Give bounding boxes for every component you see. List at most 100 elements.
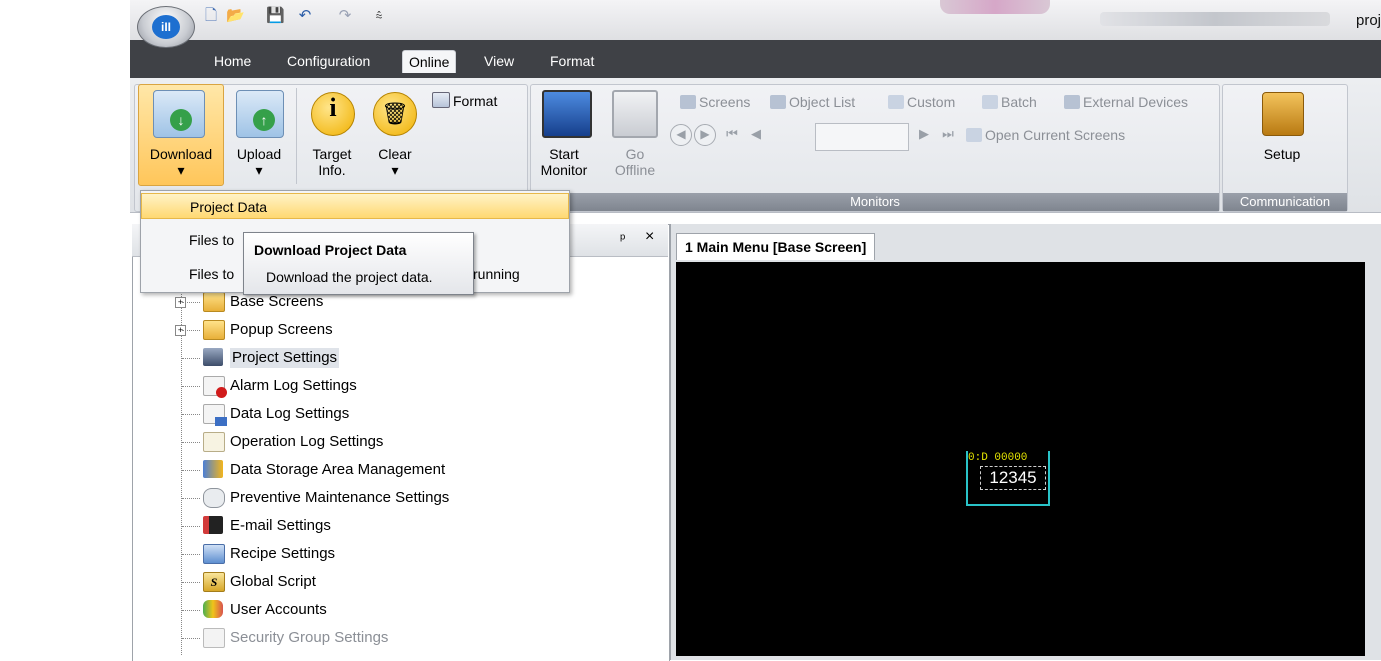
clear-label: Clear (378, 146, 412, 162)
open-current-screens-label: Open Current Screens (985, 127, 1126, 143)
screens-icon (680, 95, 696, 109)
communication-group-label: Communication (1223, 193, 1347, 211)
tree-branch (182, 442, 200, 444)
email-icon (203, 516, 223, 534)
tree-item-data-storage-area-management[interactable]: Data Storage Area Management (230, 460, 445, 480)
group-separator (296, 88, 297, 184)
folder-icon (203, 320, 225, 340)
upload-icon: ↑ (236, 90, 284, 138)
batch-icon (982, 95, 998, 109)
tooltip-text: Download the project data. (266, 269, 433, 285)
screens-button[interactable]: Screens (680, 94, 750, 110)
start-monitor-label-2: Monitor (540, 162, 588, 178)
application-menu-button[interactable]: iII (137, 6, 195, 48)
external-devices-icon (1064, 95, 1080, 109)
folder-icon (203, 292, 225, 312)
target-info-button[interactable]: Target Info. (302, 146, 362, 178)
tree-item-popup-screens[interactable]: Popup Screens (230, 320, 333, 340)
previous-icon[interactable]: ◀ (746, 124, 766, 144)
tree-item-global-script[interactable]: Global Script (230, 572, 316, 592)
tree-item-user-accounts[interactable]: User Accounts (230, 600, 327, 620)
start-monitor-button[interactable]: Start Monitor (533, 146, 595, 178)
info-icon: i (311, 92, 355, 136)
window-title-blurred (1100, 12, 1330, 26)
setup-button[interactable]: Setup (1250, 146, 1314, 162)
go-offline-label-1: Go (625, 146, 645, 162)
tooltip: Download Project Data Download the proje… (243, 232, 474, 295)
format-icon (432, 92, 450, 108)
tree-item-data-log-settings[interactable]: Data Log Settings (230, 404, 349, 424)
tab-home[interactable]: Home (210, 50, 255, 72)
last-icon[interactable]: ⏭ (938, 124, 958, 144)
forward-icon[interactable]: ▶ (694, 124, 716, 146)
trash-icon: 🗑 (373, 92, 417, 136)
undo-icon[interactable]: ↶ (296, 7, 314, 25)
upload-button[interactable]: Upload ▾ (228, 146, 290, 178)
external-devices-button[interactable]: External Devices (1064, 94, 1188, 110)
object-list-button[interactable]: Object List (770, 94, 855, 110)
format-button[interactable]: Format (432, 92, 497, 109)
batch-label: Batch (1001, 94, 1037, 110)
customize-qat-icon[interactable]: ⩯ (370, 7, 388, 25)
tree-branch (182, 414, 200, 416)
open-icon[interactable]: 📂 (226, 7, 245, 25)
tree-branch (182, 470, 200, 472)
tree-item-email-settings[interactable]: E-mail Settings (230, 516, 331, 536)
tab-format[interactable]: Format (546, 50, 598, 72)
open-current-screens-button[interactable]: Open Current Screens (966, 127, 1125, 143)
tree-item-operation-log-settings[interactable]: Operation Log Settings (230, 432, 383, 452)
tree-branch (182, 638, 200, 640)
target-info-label-1: Target (312, 146, 352, 162)
format-label: Format (453, 93, 498, 109)
tree-item-recipe-settings[interactable]: Recipe Settings (230, 544, 335, 564)
next-icon[interactable]: ▶ (914, 124, 934, 144)
tree-item-security-group-settings[interactable]: Security Group Settings (230, 628, 388, 648)
tree-branch (182, 554, 200, 556)
tab-online[interactable]: Online (402, 50, 457, 73)
tree-branch (182, 610, 200, 612)
batch-button[interactable]: Batch (982, 94, 1037, 110)
object-list-label: Object List (789, 94, 856, 110)
custom-icon (888, 95, 904, 109)
alarm-log-icon (203, 376, 227, 398)
setup-label: Setup (1263, 146, 1301, 162)
data-storage-icon (203, 460, 223, 478)
new-icon[interactable]: 🗋 (202, 7, 220, 25)
external-devices-label: External Devices (1083, 94, 1189, 110)
go-offline-button[interactable]: Go Offline (602, 146, 668, 178)
tree-item-alarm-log-settings[interactable]: Alarm Log Settings (230, 376, 357, 396)
tooltip-title: Download Project Data (254, 242, 407, 258)
tree-item-base-screens[interactable]: Base Screens (230, 292, 323, 312)
tab-view[interactable]: View (480, 50, 518, 72)
first-icon[interactable]: ⏮ (722, 124, 742, 144)
setup-icon (1262, 92, 1304, 136)
tree-branch (182, 386, 200, 388)
back-icon[interactable]: ◀ (670, 124, 692, 146)
tree-branch (182, 498, 200, 500)
redo-icon[interactable]: ↷ (336, 7, 354, 25)
clear-arrow: ▾ (391, 162, 399, 178)
tree-item-preventive-maintenance-settings[interactable]: Preventive Maintenance Settings (230, 488, 449, 508)
menu-item-project-data[interactable]: Project Data (141, 193, 569, 219)
download-icon: ↓ (153, 90, 205, 138)
custom-button[interactable]: Custom (888, 94, 955, 110)
download-button[interactable]: Download ▾ (142, 146, 220, 178)
start-monitor-label-1: Start (549, 146, 579, 162)
upload-label: Upload (236, 146, 282, 162)
document-tab[interactable]: 1 Main Menu [Base Screen] (676, 233, 876, 260)
tree-item-project-settings[interactable]: Project Settings (230, 348, 340, 368)
pin-icon[interactable]: ᵖ (620, 230, 625, 246)
tab-configuration[interactable]: Configuration (283, 50, 374, 72)
save-icon[interactable]: 💾 (266, 7, 285, 25)
screens-label: Screens (699, 94, 751, 110)
window-title: proj (1355, 12, 1381, 29)
menu-item-files-to-2-label: Files to (189, 266, 235, 282)
title-decoration (940, 0, 1050, 14)
close-icon[interactable]: × (645, 228, 654, 246)
screen-number-input[interactable] (815, 123, 909, 151)
clear-button[interactable]: Clear ▾ (368, 146, 422, 178)
go-offline-label-2: Offline (614, 162, 656, 178)
tree-branch (182, 358, 200, 360)
app-logo-icon: iII (152, 15, 180, 39)
data-log-icon (203, 404, 227, 426)
